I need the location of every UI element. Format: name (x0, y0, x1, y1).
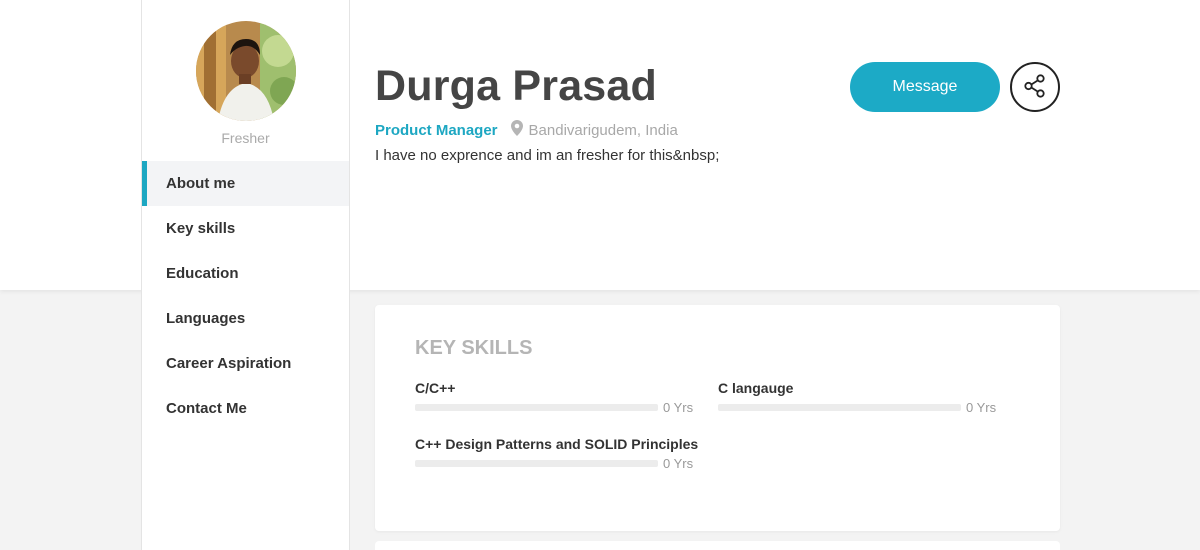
skill-name: C langauge (718, 380, 794, 396)
skill-years: 0 Yrs (966, 400, 997, 415)
key-skills-card: KEY SKILLS C/C++ 0 Yrs C langauge 0 Yrs … (375, 305, 1060, 531)
skill-level-bar (718, 404, 961, 411)
skill-item: C++ Design Patterns and SOLID Principles… (415, 436, 699, 471)
key-skills-title: KEY SKILLS (415, 337, 533, 359)
nav-item-about-me[interactable]: About me (142, 161, 349, 206)
profile-location: Bandivarigudem, India (528, 121, 678, 139)
skill-level-bar (415, 404, 658, 411)
avatar (196, 21, 296, 121)
profile-status: Fresher (221, 130, 270, 146)
nav-item-languages[interactable]: Languages (142, 296, 349, 341)
profile-sidebar: Fresher About me Key skills Education La… (141, 0, 350, 550)
share-icon (1023, 73, 1047, 101)
skill-years: 0 Yrs (663, 400, 694, 415)
skill-name: C/C++ (415, 380, 456, 396)
nav-item-contact-me[interactable]: Contact Me (142, 386, 349, 431)
skill-item: C/C++ 0 Yrs (415, 380, 695, 415)
profile-meta: Product Manager Bandivarigudem, India (375, 120, 678, 140)
nav-item-career-aspiration[interactable]: Career Aspiration (142, 341, 349, 386)
skill-item: C langauge 0 Yrs (718, 380, 998, 415)
location-pin-icon (510, 120, 523, 140)
nav-item-education[interactable]: Education (142, 251, 349, 296)
skill-years: 0 Yrs (663, 456, 694, 471)
share-button[interactable] (1010, 62, 1060, 112)
next-section-card (375, 541, 1060, 550)
profile-bio: I have no exprence and im an fresher for… (375, 147, 720, 164)
profile-role: Product Manager (375, 121, 498, 139)
message-button[interactable]: Message (850, 62, 1000, 112)
nav-item-key-skills[interactable]: Key skills (142, 206, 349, 251)
skill-name: C++ Design Patterns and SOLID Principles (415, 436, 699, 452)
skill-level-bar (415, 460, 658, 467)
profile-name: Durga Prasad (375, 62, 658, 110)
profile-nav: About me Key skills Education Languages … (142, 161, 349, 431)
